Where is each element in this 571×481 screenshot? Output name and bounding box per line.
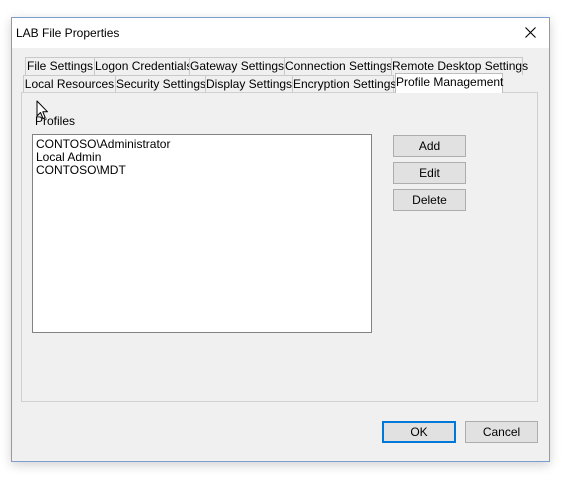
edit-button[interactable]: Edit (393, 162, 466, 184)
tab-security-settings[interactable]: Security Settings (115, 75, 206, 93)
properties-dialog: LAB File Properties File Settings Logon … (11, 17, 550, 462)
tab-display-settings[interactable]: Display Settings (205, 75, 293, 93)
window-title: LAB File Properties (16, 26, 120, 40)
tab-logon-credentials[interactable]: Logon Credentials (94, 57, 192, 75)
close-button[interactable] (513, 18, 549, 48)
close-icon (525, 27, 536, 38)
mouse-pointer-icon (36, 100, 48, 119)
list-item[interactable]: CONTOSO\MDT (36, 164, 126, 177)
title-bar: LAB File Properties (12, 18, 549, 48)
tab-profile-management[interactable]: Profile Management (395, 73, 503, 93)
profiles-listbox[interactable]: CONTOSO\Administrator Local Admin CONTOS… (32, 134, 372, 333)
cancel-button[interactable]: Cancel (465, 421, 538, 443)
tab-connection-settings[interactable]: Connection Settings (284, 57, 392, 75)
tab-gateway-settings[interactable]: Gateway Settings (189, 57, 285, 75)
add-button[interactable]: Add (393, 135, 466, 157)
delete-button[interactable]: Delete (393, 189, 466, 211)
tab-encryption-settings[interactable]: Encryption Settings (292, 75, 396, 93)
tab-local-resources[interactable]: Local Resources (23, 75, 116, 93)
tab-file-settings[interactable]: File Settings (25, 57, 95, 75)
ok-button[interactable]: OK (382, 421, 456, 443)
